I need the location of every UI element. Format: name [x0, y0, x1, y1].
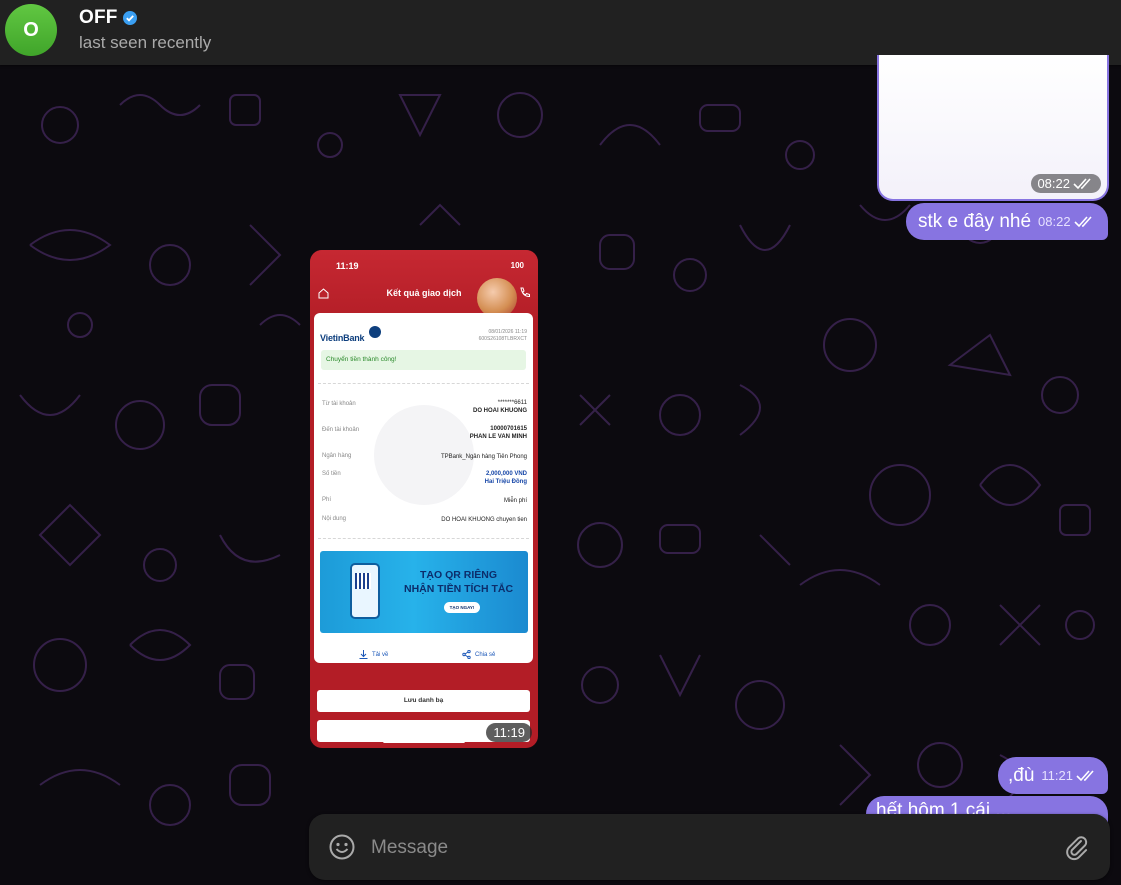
bank-logo: VietinBank — [320, 333, 365, 343]
message-meta: 08:22 — [1038, 214, 1096, 229]
row-label: Số tiền — [322, 471, 341, 477]
double-check-icon — [1073, 177, 1091, 189]
message-meta: 11:21 — [1041, 768, 1098, 783]
double-check-icon — [1074, 215, 1092, 227]
bank-logo-mark-icon — [369, 326, 381, 338]
home-indicator — [383, 740, 465, 743]
verified-badge-icon — [123, 11, 137, 25]
banner-title: TẠO QR RIÊNG — [420, 569, 498, 581]
message-time: 08:22 — [1031, 174, 1101, 193]
banner-button: TẠO NGAY! — [444, 602, 480, 613]
row-value: DO HOAI KHUONG chuyen tien — [441, 517, 527, 523]
share-icon — [462, 650, 471, 659]
row-value: *******6611 DO HOAI KHUONG — [473, 400, 527, 414]
success-message: Chuyển tiền thành công! — [321, 350, 526, 370]
promo-banner: TẠO QR RIÊNG NHẬN TIỀN TÍCH TẮC TẠO NGAY… — [320, 551, 528, 633]
phone-illustration-icon — [350, 563, 380, 619]
avatar[interactable]: O — [5, 4, 57, 56]
receipt-header: 11:19 100 Kết quả giao dịch — [310, 250, 538, 318]
row-value: Miễn phí — [503, 498, 527, 504]
row-value: 2,000,000 VND Hai Triệu Đồng — [484, 471, 527, 485]
receipt-date: 08/01/2026 11:19 600S26108TLBRXCT — [478, 329, 527, 342]
row-label: Từ tài khoản — [322, 401, 356, 407]
receipt-title: Kết quả giao dịch — [386, 288, 462, 298]
row-value: TPBank_Ngân hàng Tiên Phong — [440, 454, 527, 460]
banner-subtitle: NHẬN TIỀN TÍCH TẮC — [404, 583, 514, 595]
message-text: stk e đây nhé — [918, 210, 1032, 232]
outgoing-message[interactable]: ,đù 11:21 — [998, 757, 1108, 794]
receipt-card: VietinBank 08/01/2026 11:19 600S26108TLB… — [314, 313, 533, 663]
image-message-bank-receipt[interactable]: 11:19 100 Kết quả giao dịch VietinBank 0… — [310, 250, 538, 748]
row-label: Phí — [322, 497, 332, 503]
qr-code-icon — [355, 573, 371, 589]
emoji-icon[interactable] — [328, 833, 356, 861]
message-time: 11:19 — [486, 723, 532, 742]
message-text: ,đù — [1008, 764, 1035, 786]
outgoing-message[interactable]: stk e đây nhé 08:22 — [906, 203, 1108, 240]
divider — [318, 383, 529, 384]
double-check-icon — [1076, 769, 1094, 781]
message-composer — [309, 814, 1110, 880]
download-icon — [359, 650, 368, 659]
phone-call-icon — [520, 287, 530, 298]
phone-clock: 11:19 — [336, 261, 359, 271]
divider — [318, 538, 529, 539]
message-input[interactable] — [369, 832, 1033, 864]
row-label: Ngân hàng — [322, 453, 352, 459]
chat-title: OFF — [79, 7, 118, 28]
phone-battery: 100 — [510, 261, 524, 270]
attach-icon[interactable] — [1062, 833, 1090, 861]
row-value: 10000701615 PHAN LE VAN MINH — [469, 426, 527, 440]
download-action: Tải về — [359, 650, 388, 659]
row-label: Đến tài khoản — [322, 427, 360, 433]
save-contact-button: Lưu danh bạ — [317, 690, 530, 712]
row-label: Nội dung — [322, 516, 347, 522]
image-message[interactable]: 08:22 — [877, 55, 1109, 201]
share-action: Chia sẻ — [462, 650, 495, 659]
chat-status: last seen recently — [79, 33, 212, 52]
christmas-ornament-icon — [477, 278, 517, 318]
